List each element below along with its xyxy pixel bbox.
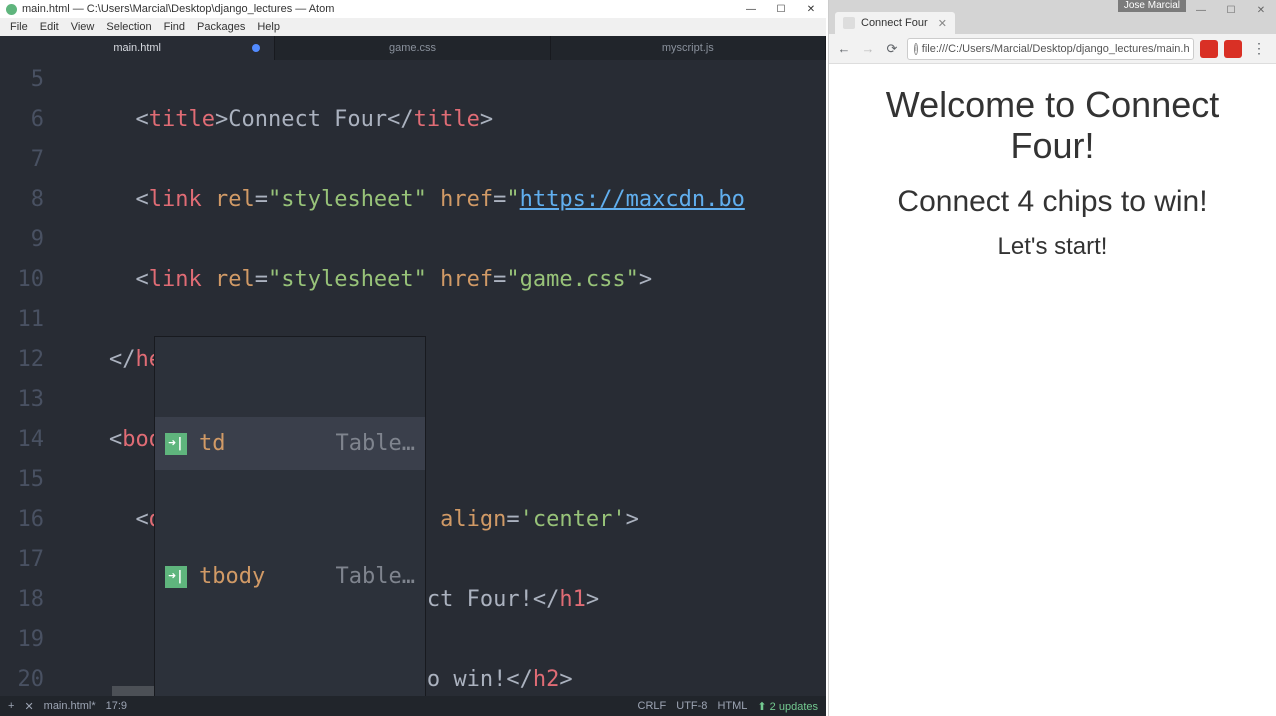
back-button[interactable]: ←	[835, 40, 853, 58]
atom-editor[interactable]: 5 6 7 8 9 10 11 12 13 14 15 16 17 18 19 …	[0, 60, 826, 696]
chrome-maximize-button[interactable]: ☐	[1216, 0, 1246, 20]
autocomplete-item-tbody[interactable]: ➜| tbody Table…	[155, 550, 425, 603]
updates-text: 2 updates	[770, 701, 818, 713]
line-number: 7	[0, 140, 44, 180]
chrome-tab-close-icon[interactable]: ✕	[938, 17, 947, 30]
line-number: 9	[0, 220, 44, 260]
site-info-icon[interactable]: i	[914, 43, 918, 55]
maximize-button[interactable]: ☐	[766, 0, 796, 18]
status-cursor-pos[interactable]: 17:9	[106, 700, 127, 712]
favicon-icon	[843, 17, 855, 29]
atom-tab-bar: main.html game.css myscript.js	[0, 36, 826, 60]
chrome-tab[interactable]: Connect Four ✕	[835, 12, 955, 34]
atom-window: main.html — C:\Users\Marcial\Desktop\dja…	[0, 0, 826, 716]
snippet-icon: ➜|	[165, 433, 187, 455]
status-eol[interactable]: CRLF	[638, 700, 667, 712]
atom-logo-icon	[6, 4, 17, 15]
chrome-minimize-button[interactable]: —	[1186, 0, 1216, 20]
chrome-viewport: Welcome to Connect Four! Connect 4 chips…	[829, 64, 1276, 716]
menu-edit[interactable]: Edit	[34, 21, 65, 33]
status-updates[interactable]: ⬆ 2 updates	[757, 700, 818, 713]
page-h2: Connect 4 chips to win!	[843, 185, 1262, 219]
title-text: Connect Four	[228, 107, 387, 132]
rel-val: stylesheet	[281, 267, 413, 292]
menu-help[interactable]: Help	[251, 21, 286, 33]
chrome-user-badge[interactable]: Jose Marcial	[1118, 0, 1186, 12]
gutter: 5 6 7 8 9 10 11 12 13 14 15 16 17 18 19 …	[0, 60, 56, 696]
chrome-menu-icon[interactable]: ⋮	[1248, 40, 1270, 57]
menu-view[interactable]: View	[65, 21, 101, 33]
close-button[interactable]: ✕	[796, 0, 826, 18]
chrome-toolbar: ← → ⟳ i file:///C:/Users/Marcial/Desktop…	[829, 34, 1276, 64]
ac-name: thead	[199, 690, 289, 697]
ac-hint: Table…	[336, 557, 415, 597]
forward-button[interactable]: →	[859, 40, 877, 58]
url-text: file:///C:/Users/Marcial/Desktop/django_…	[922, 43, 1190, 55]
extension-icon[interactable]	[1224, 40, 1242, 58]
ac-name: td	[199, 424, 289, 464]
menu-find[interactable]: Find	[158, 21, 191, 33]
snippet-icon: ➜|	[165, 566, 187, 588]
line-number: 12	[0, 340, 44, 380]
line-number: 17	[0, 540, 44, 580]
tab-label: myscript.js	[662, 42, 714, 54]
href-link[interactable]: https://maxcdn.bo	[520, 187, 745, 212]
autocomplete-item-thead[interactable]: ➜| thead Table…	[155, 683, 425, 696]
chrome-window: Jose Marcial — ☐ ✕ Connect Four ✕ ← → ⟳ …	[828, 0, 1276, 716]
code-area[interactable]: <title>Connect Four</title> <link rel="s…	[56, 60, 826, 696]
atom-title: main.html — C:\Users\Marcial\Desktop\dja…	[22, 3, 334, 15]
extension-icon[interactable]	[1200, 40, 1218, 58]
line-number: 16	[0, 500, 44, 540]
line-number: 11	[0, 300, 44, 340]
omnibox[interactable]: i file:///C:/Users/Marcial/Desktop/djang…	[907, 38, 1194, 60]
rel-val: stylesheet	[281, 187, 413, 212]
chrome-tab-title: Connect Four	[861, 17, 928, 29]
ac-hint: Table…	[336, 690, 415, 697]
status-plus-icon[interactable]: +	[8, 700, 14, 712]
line-number: 18	[0, 580, 44, 620]
chrome-frame: Jose Marcial — ☐ ✕	[829, 0, 1276, 10]
tab-game-css[interactable]: game.css	[275, 36, 550, 60]
minimize-button[interactable]: —	[736, 0, 766, 18]
line-number: 5	[0, 60, 44, 100]
autocomplete-popup: ➜| td Table… ➜| tbody Table… ➜| thead Ta…	[154, 336, 426, 696]
menu-file[interactable]: File	[4, 21, 34, 33]
menu-packages[interactable]: Packages	[191, 21, 251, 33]
tab-label: game.css	[389, 42, 436, 54]
reload-button[interactable]: ⟳	[883, 40, 901, 58]
ac-name: tbody	[199, 557, 289, 597]
line-number: 15	[0, 460, 44, 500]
line-number: 8	[0, 180, 44, 220]
ac-hint: Table…	[336, 424, 415, 464]
href-val: game.css	[520, 267, 626, 292]
tab-myscript-js[interactable]: myscript.js	[551, 36, 826, 60]
menu-selection[interactable]: Selection	[100, 21, 157, 33]
status-encoding[interactable]: UTF-8	[676, 700, 707, 712]
line-number: 13	[0, 380, 44, 420]
page-h1: Welcome to Connect Four!	[843, 84, 1262, 167]
modified-dot-icon	[252, 44, 260, 52]
atom-status-bar: + ✕ main.html* 17:9 CRLF UTF-8 HTML ⬆ 2 …	[0, 696, 826, 716]
tab-label: main.html	[113, 42, 161, 54]
status-language[interactable]: HTML	[717, 700, 747, 712]
page-h3: Let's start!	[843, 233, 1262, 261]
line-number: 6	[0, 100, 44, 140]
line-number: 19	[0, 620, 44, 660]
atom-menubar: File Edit View Selection Find Packages H…	[0, 18, 826, 36]
status-file[interactable]: main.html*	[44, 700, 96, 712]
autocomplete-item-td[interactable]: ➜| td Table…	[155, 417, 425, 470]
status-close-icon[interactable]: ✕	[24, 700, 33, 713]
atom-titlebar: main.html — C:\Users\Marcial\Desktop\dja…	[0, 0, 826, 18]
line-number: 10	[0, 260, 44, 300]
chrome-close-button[interactable]: ✕	[1246, 0, 1276, 20]
line-number: 14	[0, 420, 44, 460]
tab-main-html[interactable]: main.html	[0, 36, 275, 60]
line-number: 20	[0, 660, 44, 696]
